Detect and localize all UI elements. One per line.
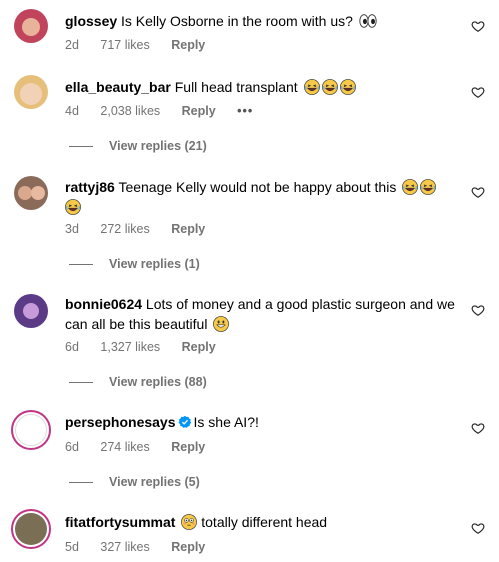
laughing-emoji-icon [402, 179, 418, 195]
heart-outline-icon[interactable] [471, 19, 485, 33]
laughing-emoji-icon [304, 79, 320, 95]
divider-line [69, 146, 93, 148]
comment-text: persephonesays Is she AI?! [65, 412, 460, 432]
view-replies-label: View replies (21) [109, 139, 207, 153]
comment-text: rattyj86 Teenage Kelly would not be happ… [65, 177, 460, 217]
reply-button[interactable]: Reply [171, 440, 205, 454]
username[interactable]: bonnie0624 [65, 296, 142, 312]
grin-emoji-icon [213, 316, 229, 332]
timestamp: 5d [65, 540, 79, 554]
like-count[interactable]: 717 likes [100, 38, 149, 52]
heart-outline-icon[interactable] [471, 85, 485, 99]
view-replies-button[interactable]: View replies (5) [69, 475, 200, 489]
comment-body: Is Kelly Osborne in the room with us? [121, 13, 353, 29]
reply-button[interactable]: Reply [182, 104, 216, 118]
laughing-emoji-icon [340, 79, 356, 95]
comment-meta: 2d 717 likes Reply [65, 38, 223, 52]
view-replies-label: View replies (5) [109, 475, 200, 489]
laughing-emoji-icon [420, 179, 436, 195]
avatar[interactable] [14, 294, 48, 328]
view-replies-button[interactable]: View replies (1) [69, 257, 200, 271]
comment-body: Full head transplant [174, 79, 298, 95]
comment-meta: 5d 327 likes Reply [65, 540, 223, 554]
reply-button[interactable]: Reply [171, 38, 205, 52]
like-count[interactable]: 274 likes [100, 440, 149, 454]
username[interactable]: ella_beauty_bar [65, 79, 171, 95]
comment-body: Is she AI?! [193, 414, 259, 430]
more-options-button[interactable]: ••• [237, 104, 253, 118]
heart-outline-icon[interactable] [471, 421, 485, 435]
avatar[interactable] [14, 176, 48, 210]
avatar[interactable] [11, 410, 51, 450]
comment-meta: 6d 1,327 likes Reply [65, 340, 234, 354]
comment-body: totally different head [201, 514, 328, 530]
heart-outline-icon[interactable] [471, 303, 485, 317]
view-replies-label: View replies (1) [109, 257, 200, 271]
comment-meta: 3d 272 likes Reply [65, 222, 223, 236]
timestamp: 6d [65, 440, 79, 454]
like-count[interactable]: 1,327 likes [100, 340, 160, 354]
timestamp: 2d [65, 38, 79, 52]
comment-text: fitatfortysummat totally different head [65, 512, 460, 532]
comment-text: bonnie0624 Lots of money and a good plas… [65, 294, 460, 334]
timestamp: 3d [65, 222, 79, 236]
timestamp: 6d [65, 340, 79, 354]
avatar[interactable] [14, 9, 48, 43]
avatar[interactable] [14, 75, 48, 109]
heart-outline-icon[interactable] [471, 521, 485, 535]
avatar-blank [15, 414, 47, 446]
comment-text: ella_beauty_bar Full head transplant [65, 77, 460, 97]
laughing-emoji-icon [322, 79, 338, 95]
like-count[interactable]: 327 likes [100, 540, 149, 554]
heart-outline-icon[interactable] [471, 185, 485, 199]
username[interactable]: persephonesays [65, 414, 176, 430]
view-replies-label: View replies (88) [109, 375, 207, 389]
flushed-emoji-icon [181, 514, 197, 530]
avatar[interactable] [11, 509, 51, 549]
view-replies-button[interactable]: View replies (21) [69, 139, 207, 153]
reply-button[interactable]: Reply [171, 222, 205, 236]
eyes-emoji-icon [359, 13, 377, 29]
view-replies-button[interactable]: View replies (88) [69, 375, 207, 389]
timestamp: 4d [65, 104, 79, 118]
avatar-photo [15, 513, 47, 545]
username[interactable]: fitatfortysummat [65, 514, 175, 530]
divider-line [69, 264, 93, 266]
divider-line [69, 482, 93, 484]
username[interactable]: rattyj86 [65, 179, 115, 195]
like-count[interactable]: 2,038 likes [100, 104, 160, 118]
comment-body: Teenage Kelly would not be happy about t… [118, 179, 397, 195]
reply-button[interactable]: Reply [182, 340, 216, 354]
reply-button[interactable]: Reply [171, 540, 205, 554]
comment-meta: 4d 2,038 likes Reply ••• [65, 104, 271, 118]
like-count[interactable]: 272 likes [100, 222, 149, 236]
comment-text: glossey Is Kelly Osborne in the room wit… [65, 11, 460, 31]
comment-meta: 6d 274 likes Reply [65, 440, 223, 454]
verified-badge-icon [177, 415, 191, 428]
divider-line [69, 382, 93, 384]
laughing-emoji-icon [65, 199, 81, 215]
username[interactable]: glossey [65, 13, 117, 29]
